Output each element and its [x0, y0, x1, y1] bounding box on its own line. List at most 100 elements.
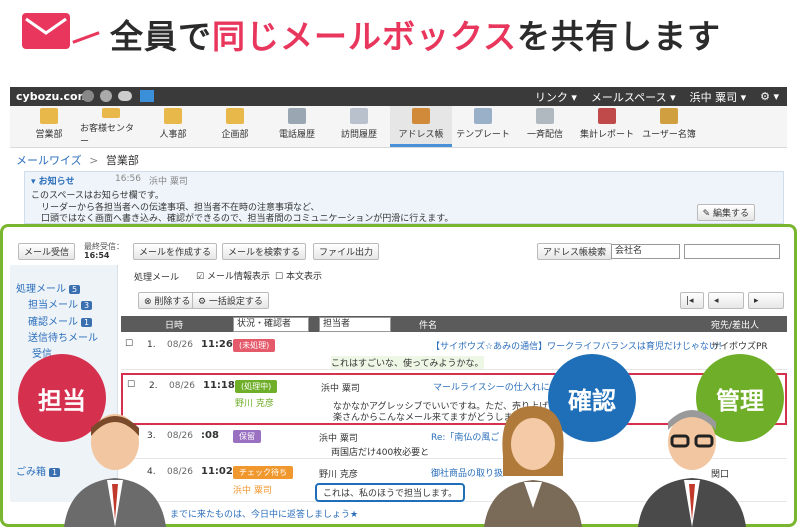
sidebar-label: 処理メール	[16, 284, 66, 295]
count-badge: 3	[81, 301, 93, 310]
address-search-button[interactable]: アドレス帳検索	[537, 243, 613, 260]
nav-label: アドレス帳	[398, 130, 444, 140]
nav-item-sales[interactable]: 営業部	[18, 106, 80, 147]
row-checker: 野川 克彦	[235, 399, 274, 409]
nav-item-address-book[interactable]: アドレス帳	[390, 106, 452, 147]
row-comment: 両国店だけ400枚必要と	[331, 448, 430, 458]
status-badge[interactable]: チェック待ち	[233, 466, 293, 479]
mail-space-menu[interactable]: メールスペース ▾	[591, 89, 676, 105]
next-page-button[interactable]: ▸	[748, 292, 784, 309]
count-badge: 1	[81, 318, 93, 327]
row-number: 2.	[149, 381, 158, 391]
count-badge: 1	[49, 468, 61, 477]
count-badge: 5	[69, 285, 81, 294]
receive-mail-button[interactable]: メール受信	[18, 243, 76, 260]
prev-page-button[interactable]: ◂	[708, 292, 744, 309]
row-checker: 浜中 粟司	[233, 486, 272, 496]
row-checkbox[interactable]: ☐	[125, 339, 133, 349]
user-list-icon	[660, 108, 678, 124]
row-time: 11:02	[201, 466, 233, 477]
sidebar-item-trash[interactable]: ごみ箱 1	[16, 463, 61, 478]
mail-app-icon[interactable]	[140, 90, 154, 102]
nav-item-template[interactable]: テンプレート	[452, 106, 514, 147]
bulk-setting-button[interactable]: ⚙ 一括設定する	[192, 292, 269, 309]
nav-item-user-list[interactable]: ユーザー名簿	[638, 106, 700, 147]
notice-time: 16:56	[115, 174, 141, 184]
nav-label: 営業部	[35, 130, 63, 140]
person-manager-illustration	[638, 410, 746, 527]
col-from[interactable]: 宛先/差出人	[711, 318, 759, 331]
assignee-filter-select[interactable]: 担当者	[319, 317, 391, 332]
nav-item-visit-log[interactable]: 訪問履歴	[328, 106, 390, 147]
nav-item-customer-center[interactable]: お客様センター	[80, 106, 142, 147]
sidebar-item-assigned[interactable]: 担当メール 3	[28, 296, 93, 311]
row-checkbox[interactable]: ☐	[127, 380, 135, 390]
sidebar-label: 担当メール	[28, 300, 78, 311]
status-badge[interactable]: 保留	[233, 430, 261, 443]
search-mail-button[interactable]: メールを検索する	[222, 243, 307, 260]
nav-item-hr[interactable]: 人事部	[142, 106, 204, 147]
nav-item-phone-log[interactable]: 電話履歴	[266, 106, 328, 147]
cybozu-logo[interactable]: cybozu.com	[16, 90, 89, 103]
table-row[interactable]: ☐ 1. 08/26 11:26 (未処理) 【サイボウズ☆あみの通信】ワークラ…	[121, 334, 787, 370]
compose-mail-button[interactable]: メールを作成する	[133, 243, 218, 260]
list-header: 日時 状況・確認者 担当者 件名 宛先/差出人	[121, 316, 787, 332]
links-menu[interactable]: リンク ▾	[535, 89, 577, 105]
breadcrumb-sep: >	[89, 154, 99, 167]
edit-notice-button[interactable]: ✎ 編集する	[696, 204, 755, 221]
nav-item-bulk-send[interactable]: 一斉配信	[514, 106, 576, 147]
delete-button[interactable]: ⊗ 削除する	[138, 292, 197, 309]
person-man-illustration	[64, 414, 166, 527]
row-subject[interactable]: 【サイボウズ☆あみの通信】ワークライフバランスは育児だけじゃない！	[431, 339, 727, 352]
settings-gear-icon[interactable]: ⚙ ▾	[760, 90, 779, 103]
status-badge[interactable]: (処理中)	[235, 380, 278, 393]
sidebar-item-confirm[interactable]: 確認メール 1	[28, 313, 93, 328]
nav-label: お客様センター	[80, 124, 135, 147]
body-label: 本文表示	[285, 272, 322, 282]
col-subject[interactable]: 件名	[419, 318, 437, 331]
headline-pre: 全員で	[110, 17, 212, 56]
company-select[interactable]: 会社名	[611, 244, 680, 259]
user-menu[interactable]: 浜中 粟司 ▾	[690, 89, 747, 105]
row-date: 08/26	[167, 467, 193, 477]
body-checkbox[interactable]: ☐ 本文表示	[275, 269, 322, 282]
headline-highlight: 同じメールボックス	[212, 17, 518, 56]
notepad-icon	[350, 108, 368, 124]
mail-info-checkbox[interactable]: ☑ メール情報表示	[196, 269, 270, 282]
breadcrumb: メールワイズ > 営業部	[16, 152, 139, 168]
garoon-icon[interactable]	[100, 90, 112, 102]
row-time: 11:26	[201, 339, 233, 350]
sidebar-item-inbox[interactable]: 処理メール 5	[16, 280, 81, 295]
address-book-icon	[412, 108, 430, 124]
broadcast-icon	[536, 108, 554, 124]
headline: 全員で同じメールボックスを共有します	[110, 10, 721, 58]
app-nav: 営業部 お客様センター 人事部 企画部 電話履歴 訪問履歴 アドレス帳 テンプレ…	[10, 106, 787, 148]
row-from: サイボウズPR	[711, 342, 768, 352]
export-file-button[interactable]: ファイル出力	[313, 243, 380, 260]
phone-icon	[288, 108, 306, 124]
address-search-input[interactable]	[684, 244, 780, 259]
top-bar: cybozu.com リンク ▾ メールスペース ▾ 浜中 粟司 ▾ ⚙ ▾	[10, 87, 787, 106]
row-assignee: 浜中 粟司	[319, 434, 358, 444]
nav-label: 企画部	[221, 130, 249, 140]
status-badge[interactable]: (未処理)	[233, 339, 276, 352]
nav-item-planning[interactable]: 企画部	[204, 106, 266, 147]
first-page-button[interactable]: |◂	[680, 292, 704, 309]
notice-title[interactable]: ▾ お知らせ	[31, 174, 74, 187]
cloud-icon[interactable]	[118, 91, 132, 101]
app-switch-icon[interactable]	[82, 90, 94, 102]
template-icon	[474, 108, 492, 124]
row-subject[interactable]: マールライスシーの仕入れに	[433, 380, 550, 393]
breadcrumb-root[interactable]: メールワイズ	[16, 154, 82, 167]
nav-item-report[interactable]: 集計レポート	[576, 106, 638, 147]
row-comment: これは、私のほうで担当します。	[315, 483, 466, 502]
col-date[interactable]: 日時	[165, 318, 183, 331]
sidebar-item-sending[interactable]: 送信待ちメール	[28, 329, 98, 344]
folder-icon	[40, 108, 58, 124]
folder-icon	[102, 108, 120, 118]
nav-label: 集計レポート	[579, 130, 634, 140]
nav-label: 人事部	[159, 130, 187, 140]
row-assignee: 浜中 粟司	[321, 384, 360, 394]
row-number: 1.	[147, 340, 156, 350]
status-filter-select[interactable]: 状況・確認者	[233, 317, 309, 332]
